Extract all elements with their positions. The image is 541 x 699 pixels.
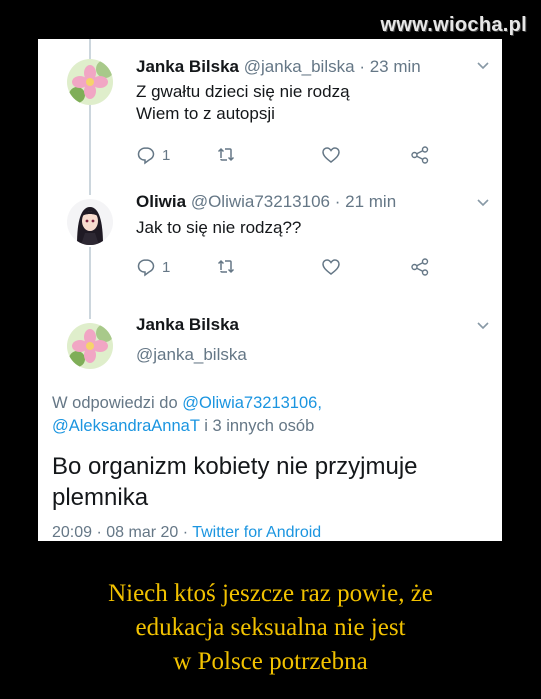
- tweet-actions: 1: [136, 257, 436, 279]
- meme-caption: Niech ktoś jeszcze raz powie, że edukacj…: [0, 577, 541, 679]
- mention-link[interactable]: @Oliwia73213106,: [182, 394, 322, 412]
- tweet-thread-panel: Janka Bilska @janka_bilska · 23 min Z gw…: [38, 39, 502, 541]
- avatar[interactable]: [67, 323, 113, 369]
- author-handle[interactable]: @janka_bilska: [244, 57, 355, 76]
- author-name[interactable]: Janka Bilska: [136, 315, 239, 335]
- like-button[interactable]: [321, 257, 341, 277]
- chevron-down-icon[interactable]: [476, 197, 490, 211]
- tweet-text: Jak to się nie rodzą??: [136, 217, 301, 239]
- tweet-source-link[interactable]: Twitter for Android: [192, 524, 321, 541]
- flower-avatar-image: [67, 59, 113, 105]
- tweet-text-line: Jak to się nie rodzą??: [136, 218, 302, 237]
- avatar[interactable]: [67, 199, 113, 245]
- thread-line-1: [89, 105, 91, 195]
- author-name[interactable]: Oliwia: [136, 192, 186, 211]
- retweet-button[interactable]: [216, 145, 236, 165]
- author-handle[interactable]: @Oliwia73213106: [191, 192, 330, 211]
- thread-line-top: [89, 39, 91, 59]
- share-button[interactable]: [410, 257, 430, 277]
- reply-to-line: W odpowiedzi do @Oliwia73213106, @Aleksa…: [52, 392, 492, 438]
- tweet-time[interactable]: 21 min: [345, 192, 396, 211]
- reply-button[interactable]: 1: [136, 257, 170, 277]
- reply-count: 1: [162, 146, 171, 164]
- tweet-header: Oliwia @Oliwia73213106 · 21 min: [136, 192, 396, 212]
- reply-button[interactable]: 1: [136, 145, 170, 165]
- author-handle[interactable]: @janka_bilska: [136, 345, 247, 365]
- chevron-down-icon[interactable]: [476, 320, 490, 334]
- share-button[interactable]: [410, 145, 430, 165]
- tweet-text: Z gwałtu dzieci się nie rodzą Wiem to z …: [136, 81, 350, 125]
- like-icon: [322, 259, 340, 275]
- tweet-text-line: Wiem to z autopsji: [136, 104, 275, 123]
- focus-tweet-text: Bo organizm kobiety nie przyjmuje plemni…: [52, 453, 418, 511]
- share-icon: [411, 258, 429, 276]
- reply-icon: [137, 147, 155, 165]
- watermark: www.wiocha.pl: [380, 14, 527, 36]
- separator-dot: ·: [359, 57, 365, 76]
- flower-avatar-image: [67, 323, 113, 369]
- retweet-button[interactable]: [216, 257, 236, 277]
- share-icon: [411, 146, 429, 164]
- reply-count: 1: [162, 258, 171, 276]
- thread-line-2: [89, 247, 91, 319]
- retweet-icon: [217, 259, 235, 274]
- tweet-header: Janka Bilska @janka_bilska · 23 min: [136, 57, 421, 77]
- reply-icon: [137, 259, 155, 277]
- caption-line: Niech ktoś jeszcze raz powie, że: [108, 580, 433, 607]
- author-name[interactable]: Janka Bilska: [136, 57, 239, 76]
- reply-to-suffix[interactable]: i 3 innych osób: [200, 417, 314, 435]
- tweet-meta: 20:09 · 08 mar 20 · Twitter for Android: [52, 524, 321, 541]
- like-icon: [322, 147, 340, 163]
- mention-link[interactable]: @AleksandraAnnaT: [52, 417, 200, 435]
- chevron-down-icon[interactable]: [476, 60, 490, 74]
- avatar[interactable]: [67, 59, 113, 105]
- caption-line: w Polsce potrzebna: [173, 648, 368, 675]
- separator-dot: ·: [334, 192, 341, 211]
- retweet-icon: [217, 147, 235, 162]
- caption-line: edukacja seksualna nie jest: [135, 614, 406, 641]
- reply-to-prefix: W odpowiedzi do: [52, 394, 183, 412]
- tweet-text-line: Z gwałtu dzieci się nie rodzą: [136, 82, 350, 101]
- anime-girl-avatar-image: [67, 199, 113, 245]
- like-button[interactable]: [321, 145, 341, 165]
- tweet-timestamp[interactable]: 20:09 · 08 mar 20 ·: [52, 524, 192, 541]
- tweet-actions: 1: [136, 145, 436, 167]
- tweet-time[interactable]: 23 min: [370, 57, 421, 76]
